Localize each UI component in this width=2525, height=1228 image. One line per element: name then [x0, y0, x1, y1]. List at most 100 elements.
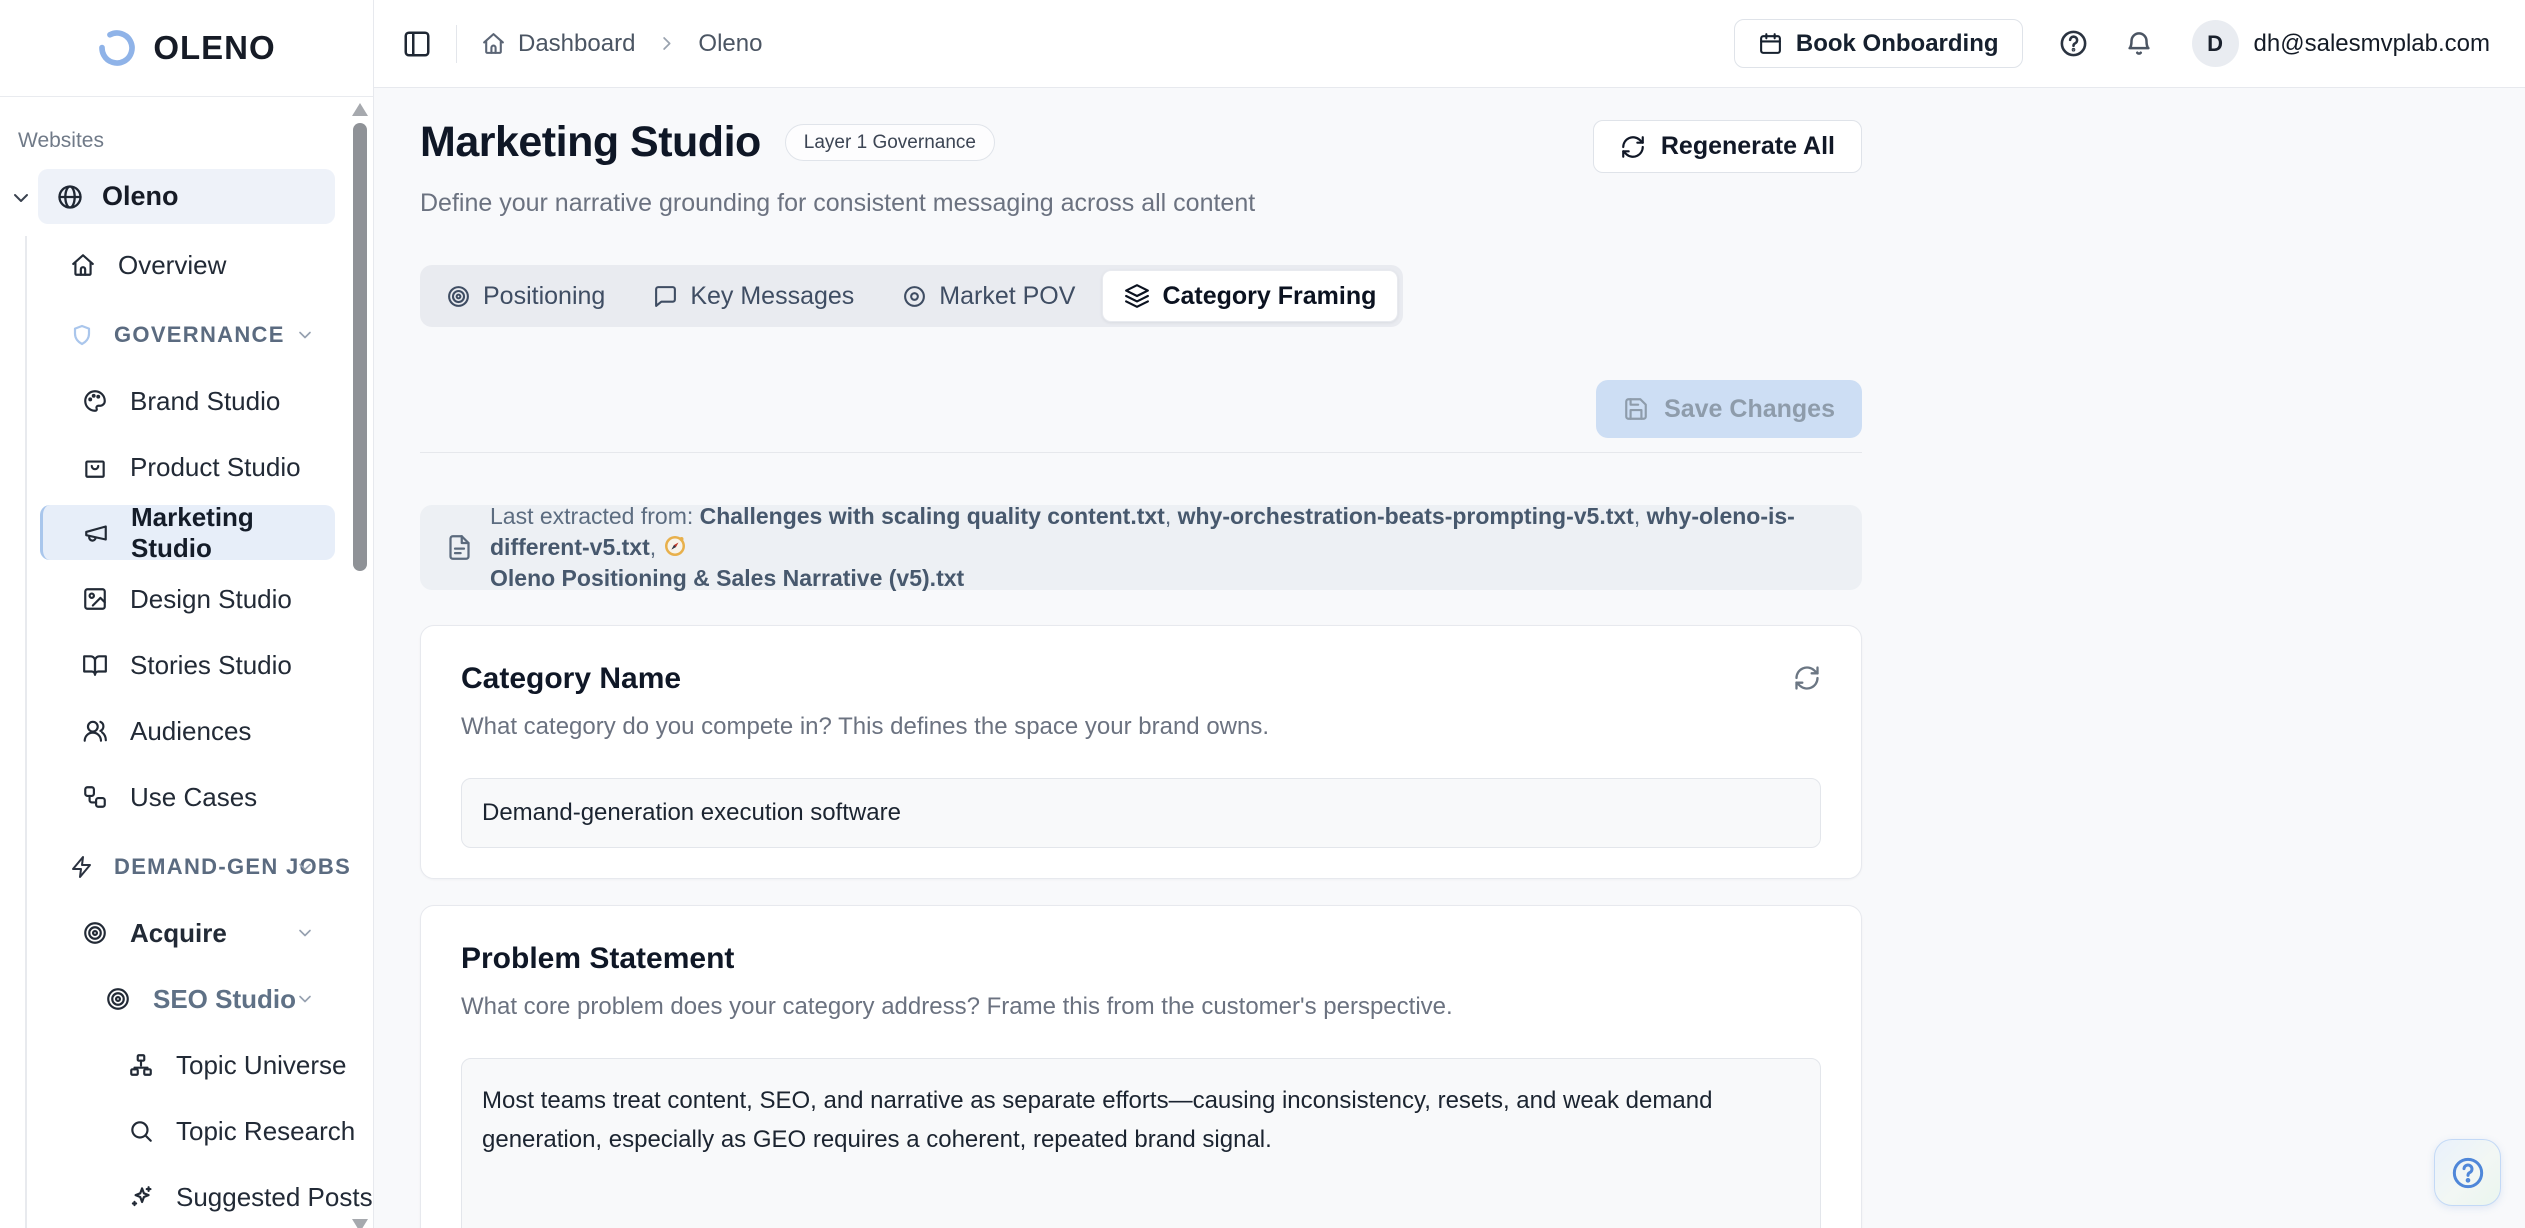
- card-title: Problem Statement: [461, 942, 1821, 976]
- home-icon: [70, 252, 96, 278]
- topbar-divider: [456, 25, 457, 63]
- sidebar-item-audiences[interactable]: Audiences: [0, 698, 373, 764]
- sidebar-item-suggested-posts[interactable]: Suggested Posts: [0, 1164, 373, 1228]
- section-label: GOVERNANCE: [114, 322, 285, 348]
- sidebar-item-label: Design Studio: [130, 584, 292, 615]
- problem-statement-card: Problem Statement What core problem does…: [420, 905, 1862, 1228]
- sidebar-item-topic-research[interactable]: Topic Research: [0, 1098, 373, 1164]
- sidebar-item-oleno[interactable]: Oleno: [38, 169, 335, 224]
- file-text-icon: [446, 534, 473, 561]
- palette-icon: [82, 388, 108, 414]
- image-icon: [82, 586, 108, 612]
- globe-icon: [56, 183, 84, 211]
- regenerate-all-button[interactable]: Regenerate All: [1593, 120, 1862, 173]
- source-file: Challenges with scaling quality content.…: [700, 503, 1165, 529]
- chevron-down-icon: [295, 857, 315, 877]
- category-name-input[interactable]: [461, 778, 1821, 848]
- scrollbar-down-arrow[interactable]: [352, 1219, 368, 1228]
- source-file: why-orchestration-beats-prompting-v5.txt: [1178, 503, 1634, 529]
- home-icon[interactable]: [481, 31, 506, 56]
- sidebar-item-label: Suggested Posts: [176, 1182, 373, 1213]
- sidebar-item-seo-studio[interactable]: SEO Studio: [0, 966, 373, 1032]
- sidebar-item-topic-universe[interactable]: Topic Universe: [0, 1032, 373, 1098]
- card-title: Category Name: [461, 662, 1821, 696]
- breadcrumb: Dashboard Oleno: [481, 30, 762, 58]
- question-circle-icon: [2448, 1153, 2488, 1193]
- scrollbar-thumb[interactable]: [353, 123, 367, 571]
- sidebar-item-brand-studio[interactable]: Brand Studio: [0, 368, 373, 434]
- search-icon: [128, 1118, 154, 1144]
- target-icon: [82, 920, 108, 946]
- refresh-icon: [1620, 134, 1646, 160]
- sidebar-toggle-icon[interactable]: [402, 29, 432, 59]
- page-title: Marketing Studio: [420, 118, 761, 167]
- extraction-info-text: Last extracted from: Challenges with sca…: [490, 501, 1836, 594]
- tab-label: Market POV: [939, 282, 1075, 311]
- bell-icon[interactable]: [2124, 29, 2154, 59]
- tab-key-messages[interactable]: Key Messages: [632, 270, 875, 322]
- sidebar-item-label: Use Cases: [130, 782, 257, 813]
- sidebar-section-governance[interactable]: GOVERNANCE: [0, 302, 373, 368]
- page-subtitle: Define your narrative grounding for cons…: [420, 189, 1255, 218]
- compass-emoji-icon: [663, 534, 687, 558]
- save-changes-label: Save Changes: [1664, 395, 1835, 424]
- shopping-bag-icon: [82, 454, 108, 480]
- tab-category-framing[interactable]: Category Framing: [1102, 270, 1398, 322]
- tab-label: Category Framing: [1162, 282, 1376, 311]
- extraction-line-1: Last extracted from: Challenges with sca…: [490, 501, 1836, 563]
- sidebar-item-acquire[interactable]: Acquire: [0, 900, 373, 966]
- sidebar-item-label: Topic Universe: [176, 1050, 347, 1081]
- breadcrumb-current[interactable]: Oleno: [698, 30, 762, 58]
- layers-icon: [1124, 283, 1150, 309]
- avatar[interactable]: D: [2192, 20, 2239, 67]
- tab-market-pov[interactable]: Market POV: [881, 270, 1096, 322]
- sidebar-item-label: Brand Studio: [130, 386, 280, 417]
- breadcrumb-dashboard[interactable]: Dashboard: [518, 30, 635, 58]
- help-fab-button[interactable]: [2434, 1139, 2501, 1206]
- sparkles-icon: [128, 1184, 154, 1210]
- sidebar-item-marketing-studio[interactable]: Marketing Studio: [40, 505, 335, 560]
- chevron-down-icon: [295, 989, 315, 1009]
- sidebar-item-stories-studio[interactable]: Stories Studio: [0, 632, 373, 698]
- save-icon: [1623, 396, 1649, 422]
- scrollbar-up-arrow[interactable]: [352, 103, 368, 116]
- save-changes-button[interactable]: Save Changes: [1596, 380, 1862, 438]
- extraction-info-bar: Last extracted from: Challenges with sca…: [420, 505, 1862, 590]
- chevron-down-icon[interactable]: [9, 186, 33, 210]
- users-icon: [82, 718, 108, 744]
- card-description: What category do you compete in? This de…: [461, 713, 1821, 741]
- sidebar-item-design-studio[interactable]: Design Studio: [0, 566, 373, 632]
- sidebar-item-label: Product Studio: [130, 452, 301, 483]
- category-name-card: Category Name What category do you compe…: [420, 625, 1862, 879]
- sidebar-nav: Overview GOVERNANCE Brand Studio Product…: [0, 232, 373, 1228]
- user-email[interactable]: dh@salesmvplab.com: [2254, 30, 2490, 58]
- book-onboarding-button[interactable]: Book Onboarding: [1734, 19, 2023, 68]
- extraction-line-2: Oleno Positioning & Sales Narrative (v5)…: [490, 563, 1836, 594]
- sidebar-scrollbar[interactable]: [351, 97, 369, 1228]
- app-logo[interactable]: OLENO: [0, 0, 373, 97]
- sidebar-item-product-studio[interactable]: Product Studio: [0, 434, 373, 500]
- megaphone-icon: [83, 520, 109, 546]
- sidebar-item-label: Overview: [118, 250, 226, 281]
- target-icon: [446, 284, 471, 309]
- section-label: DEMAND-GEN JOBS: [114, 854, 351, 880]
- network-icon: [128, 1052, 154, 1078]
- problem-statement-textarea[interactable]: Most teams treat content, SEO, and narra…: [461, 1058, 1821, 1228]
- tab-positioning[interactable]: Positioning: [425, 270, 626, 322]
- refresh-icon[interactable]: [1793, 664, 1821, 692]
- avatar-initial: D: [2207, 31, 2223, 57]
- calendar-icon: [1758, 31, 1783, 56]
- sidebar-section-demand-gen-jobs[interactable]: DEMAND-GEN JOBS: [0, 834, 373, 900]
- sidebar: OLENO Websites Oleno Overview GOVERNANCE: [0, 0, 374, 1228]
- tab-bar: Positioning Key Messages Market POV Cate…: [420, 265, 1403, 327]
- zap-icon: [70, 855, 94, 879]
- target-icon: [105, 986, 131, 1012]
- brand-ring-icon: [97, 28, 137, 68]
- brand-name: OLENO: [153, 29, 275, 67]
- sidebar-item-overview[interactable]: Overview: [0, 232, 373, 298]
- sidebar-section-label: Websites: [18, 129, 373, 153]
- shield-icon: [70, 323, 94, 347]
- section-divider: [420, 452, 1862, 453]
- sidebar-item-use-cases[interactable]: Use Cases: [0, 764, 373, 830]
- help-circle-icon[interactable]: [2058, 28, 2089, 59]
